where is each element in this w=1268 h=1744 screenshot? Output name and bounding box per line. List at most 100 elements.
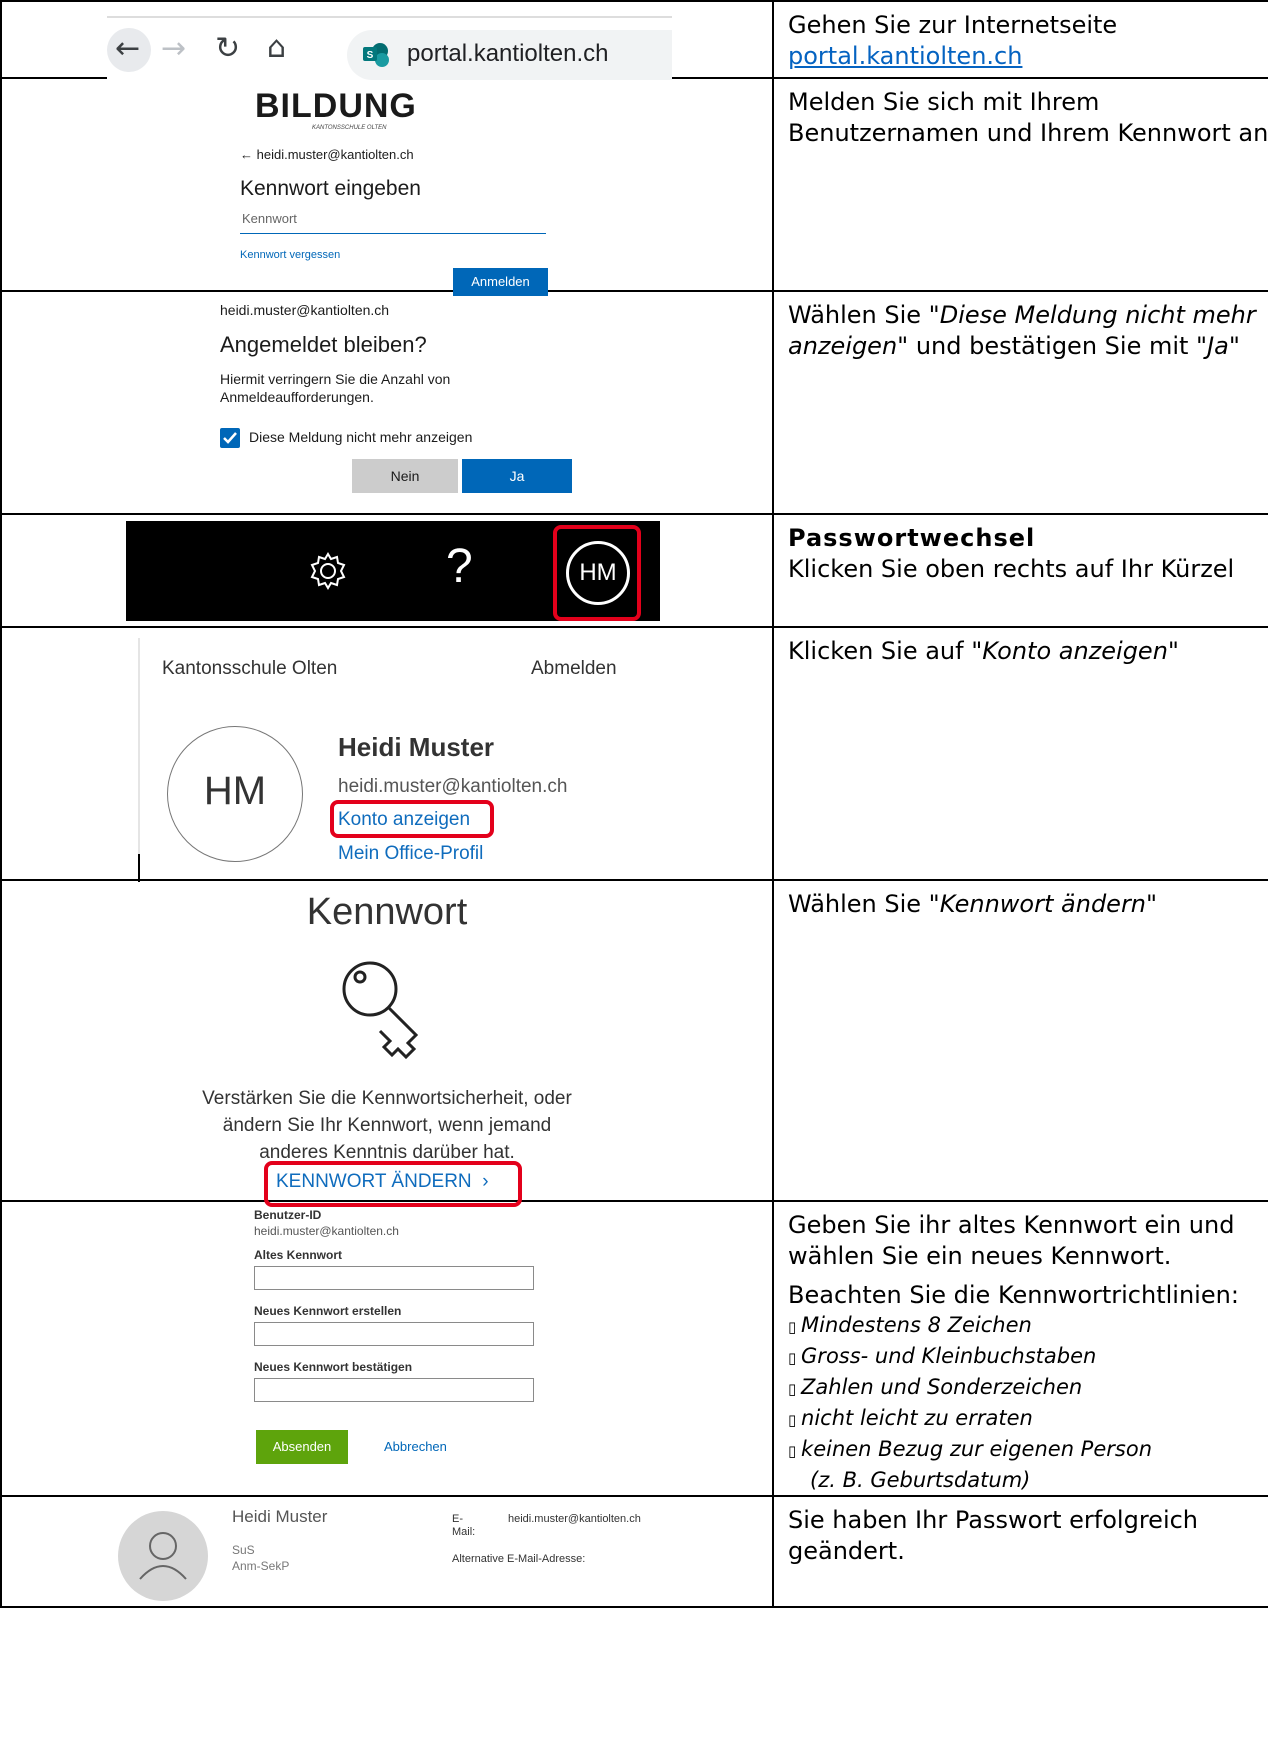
password-section-desc: Verstärken Sie die Kennwortsicherheit, o… <box>2 1085 772 1166</box>
no-button[interactable]: Nein <box>352 459 458 493</box>
org-name: Kantonsschule Olten <box>162 658 338 679</box>
step-7-text: Geben Sie ihr altes Kennwort ein und wäh… <box>772 1200 1268 1497</box>
profile-name: Heidi Muster <box>232 1507 328 1526</box>
step-3-screenshot: heidi.muster@kantiolten.ch Angemeldet bl… <box>0 290 774 515</box>
step-row-6: Kennwort Verstärken Sie die Kennwortsich… <box>0 879 1268 1207</box>
step-row-5: Kantonsschule Olten Abmelden HM Heidi Mu… <box>0 626 1268 882</box>
step-2-instruction: Melden Sie sich mit Ihrem Benutzernamen … <box>788 88 1268 147</box>
password-rule: ▯ keinen Bezug zur eigenen Person <box>788 1437 1153 1461</box>
address-bar[interactable]: S portal.kantiolten.ch <box>347 30 672 80</box>
policy-heading: Beachten Sie die Kennwortrichtlinien: <box>788 1281 1239 1309</box>
password-rule: ▯ Zahlen und Sonderzeichen <box>788 1375 1083 1399</box>
url-text: portal.kantiolten.ch <box>407 40 609 67</box>
password-heading: Kennwort eingeben <box>240 177 421 200</box>
checkbox-label: Diese Meldung nicht mehr anzeigen <box>249 429 473 445</box>
office-profile-link[interactable]: Mein Office-Profil <box>338 843 483 865</box>
key-icon <box>342 961 419 1060</box>
profile-photo <box>118 1511 208 1601</box>
forgot-password-link[interactable]: Kennwort vergessen <box>240 249 340 261</box>
new-password-input[interactable] <box>254 1322 534 1346</box>
dont-show-checkbox[interactable] <box>220 428 240 448</box>
highlight-box <box>330 800 494 838</box>
suite-header-bar: ? HM <box>126 521 660 621</box>
sign-out-link[interactable]: Abmelden <box>531 658 617 680</box>
password-rule: ▯ nicht leicht zu erraten <box>788 1406 1033 1430</box>
step-6-text-c: " <box>1146 890 1158 918</box>
step-8-screenshot: Heidi Muster SuS Anm-SekP E- Mail: heidi.… <box>0 1495 774 1608</box>
step-8-text: Sie haben Ihr Passwort erfolgreich geänd… <box>772 1495 1268 1608</box>
step-3-text-c: " und bestätigen Sie mit " <box>897 332 1208 360</box>
highlight-box <box>553 525 641 621</box>
new-password-label: Neues Kennwort erstellen <box>254 1304 402 1318</box>
stay-signed-heading: Angemeldet bleiben? <box>220 332 427 357</box>
desc-line-3: anderes Kenntnis darüber hat. <box>259 1142 515 1163</box>
alt-email-label: Alternative E-Mail-Adresse: <box>452 1553 586 1565</box>
user-id-label: Benutzer-ID <box>254 1208 322 1222</box>
step-3-text-d: Ja <box>1207 332 1229 360</box>
step-3-text-e: " <box>1228 332 1240 360</box>
step-row-1: ← → ↻ ⌂ S portal.kantiolten.ch Gehen Sie… <box>0 0 1268 82</box>
home-icon[interactable]: ⌂ <box>267 33 286 63</box>
password-rule: ▯ Mindestens 8 Zeichen <box>788 1313 1032 1337</box>
profile-role: SuS <box>232 1543 255 1557</box>
step-6-screenshot: Kennwort Verstärken Sie die Kennwortsich… <box>0 879 774 1207</box>
step-1-instruction: Gehen Sie zur Internetseite <box>788 11 1118 39</box>
back-arrow-icon: ← <box>115 31 141 66</box>
stay-signed-email: heidi.muster@kantiolten.ch <box>220 302 390 318</box>
panel-divider <box>138 638 140 882</box>
step-row-2: BILDUNG KANTONSSCHULE OLTEN ← heidi.must… <box>0 77 1268 296</box>
desc-line-1: Hiermit verringern Sie die Anzahl von <box>220 371 451 387</box>
step-6-text: Wählen Sie "Kennwort ändern" <box>772 879 1268 1202</box>
profile-email: heidi.muster@kantiolten.ch <box>338 776 568 797</box>
step-6-text-b: Kennwort ändern <box>939 890 1147 918</box>
confirm-password-label: Neues Kennwort bestätigen <box>254 1360 413 1374</box>
email-label: E- Mail: <box>452 1513 475 1539</box>
bullet-icon: ▯ <box>788 1442 802 1460</box>
step-1-text: Gehen Sie zur Internetseite portal.kanti… <box>772 0 1268 79</box>
profile-avatar: HM <box>167 726 303 862</box>
profile-initials: HM <box>203 769 267 813</box>
password-input[interactable]: Kennwort <box>240 203 546 234</box>
submit-button[interactable]: Absenden <box>256 1430 348 1464</box>
step-row-3: heidi.muster@kantiolten.ch Angemeldet bl… <box>0 290 1268 515</box>
bullet-icon: ▯ <box>788 1318 802 1336</box>
old-password-label: Altes Kennwort <box>254 1248 343 1262</box>
step-5-screenshot: Kantonsschule Olten Abmelden HM Heidi Mu… <box>0 626 774 882</box>
panel-edge <box>138 854 140 882</box>
step-row-7: Benutzer-ID heidi.muster@kantiolten.ch A… <box>0 1200 1268 1497</box>
cancel-link[interactable]: Abbrechen <box>384 1439 447 1454</box>
desc-line-1: Verstärken Sie die Kennwortsicherheit, o… <box>202 1088 572 1109</box>
back-email[interactable]: ← heidi.muster@kantiolten.ch <box>240 147 414 162</box>
help-icon[interactable]: ? <box>446 539 473 594</box>
svg-text:S: S <box>367 50 374 61</box>
email-label-2: Mail: <box>452 1526 476 1538</box>
browser-toolbar: ← → ↻ ⌂ S portal.kantiolten.ch <box>107 16 672 82</box>
portal-link[interactable]: portal.kantiolten.ch <box>788 42 1022 70</box>
step-4-instruction: Klicken Sie oben rechts auf Ihr Kürzel <box>788 555 1235 583</box>
bullet-icon: ▯ <box>788 1411 802 1429</box>
step-4-text: Passwortwechsel Klicken Sie oben rechts … <box>772 513 1268 628</box>
forward-arrow-icon[interactable]: → <box>161 34 186 64</box>
reload-icon[interactable]: ↻ <box>215 34 240 64</box>
password-rules-list: ▯ Mindestens 8 Zeichen ▯ Gross- und Klein… <box>788 1311 1268 1495</box>
sharepoint-icon: S <box>363 43 389 67</box>
old-password-input[interactable] <box>254 1266 534 1290</box>
profile-email: heidi.muster@kantiolten.ch <box>508 1513 641 1525</box>
gear-icon[interactable] <box>308 551 348 591</box>
user-id-value: heidi.muster@kantiolten.ch <box>254 1224 399 1238</box>
instruction-table: ← → ↻ ⌂ S portal.kantiolten.ch Gehen Sie… <box>0 0 1268 1608</box>
confirm-password-input[interactable] <box>254 1378 534 1402</box>
step-2-text: Melden Sie sich mit Ihrem Benutzernamen … <box>772 77 1268 292</box>
checkmark-icon <box>223 432 237 444</box>
step-5-text-b: Konto anzeigen <box>982 637 1168 665</box>
desc-line-2: Anmeldeaufforderungen. <box>220 389 374 405</box>
step-4-title: Passwortwechsel <box>788 524 1036 552</box>
step-7-screenshot: Benutzer-ID heidi.muster@kantiolten.ch A… <box>0 1200 774 1497</box>
step-3-text-a: Wählen Sie " <box>788 301 940 329</box>
bullet-icon: ▯ <box>788 1380 802 1398</box>
step-row-8: Heidi Muster SuS Anm-SekP E- Mail: heidi.… <box>0 1495 1268 1608</box>
yes-button[interactable]: Ja <box>462 459 572 493</box>
stay-signed-desc: Hiermit verringern Sie die Anzahl von An… <box>220 370 450 406</box>
step-5-text-a: Klicken Sie auf " <box>788 637 983 665</box>
step-6-text-a: Wählen Sie " <box>788 890 940 918</box>
